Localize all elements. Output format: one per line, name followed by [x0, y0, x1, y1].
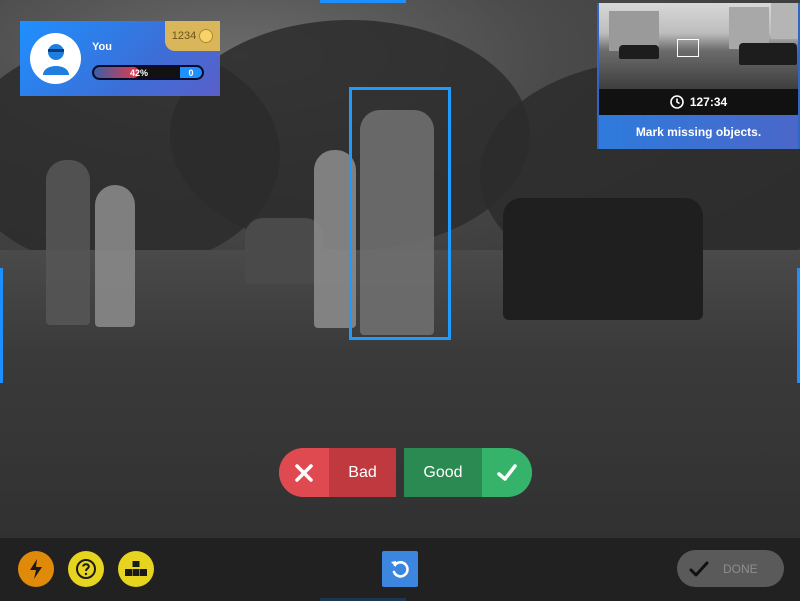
good-button[interactable]: Good	[404, 448, 532, 497]
undo-icon	[391, 561, 409, 578]
boxes-icon	[125, 561, 147, 576]
timer-value: 127:34	[689, 95, 728, 109]
x-icon	[279, 448, 329, 497]
mm-car-right	[739, 43, 797, 65]
progress-bar: 42% 0	[92, 65, 204, 80]
edge-mark-left	[0, 268, 3, 383]
minimap-viewport-box	[677, 39, 699, 57]
annotation-bounding-box[interactable]	[349, 87, 451, 340]
task-panel: 127:34 Mark missing objects.	[597, 3, 800, 149]
mm-building-far-right	[771, 3, 798, 39]
undo-button[interactable]	[382, 551, 418, 587]
edge-mark-top	[320, 0, 406, 3]
player-name: You	[92, 41, 112, 53]
coin-count: 1234	[171, 30, 197, 42]
task-instruction: Mark missing objects.	[599, 115, 798, 149]
game-stage: You 1234 42% 0 127:34 Mark missing objec…	[0, 0, 800, 601]
bad-label: Bad	[348, 463, 377, 481]
done-label: DONE	[723, 561, 758, 576]
tools-button[interactable]	[118, 551, 154, 587]
coin-icon	[199, 29, 214, 43]
user-avatar-icon	[30, 33, 81, 84]
progress-percent: 42%	[129, 67, 148, 78]
missing-count: 0	[180, 67, 202, 78]
check-icon	[689, 561, 709, 576]
help-button[interactable]	[68, 551, 104, 587]
scene-car-dark	[503, 198, 703, 320]
scene-car-distant	[245, 218, 323, 284]
coin-counter: 1234	[165, 21, 220, 51]
minimap-thumbnail[interactable]	[599, 3, 798, 89]
check-icon	[482, 448, 532, 497]
scene-child-left	[95, 185, 135, 327]
player-card: You 1234 42% 0	[20, 21, 220, 96]
lightning-icon	[30, 559, 42, 579]
scene-person-left	[46, 160, 90, 325]
bad-button[interactable]: Bad	[279, 448, 396, 497]
done-button[interactable]: DONE	[677, 550, 784, 587]
good-label: Good	[404, 448, 482, 497]
mm-car-left	[619, 45, 659, 59]
clock-icon	[670, 95, 684, 109]
question-icon	[76, 559, 96, 579]
timer: 127:34	[599, 89, 798, 115]
boost-button[interactable]	[18, 551, 54, 587]
